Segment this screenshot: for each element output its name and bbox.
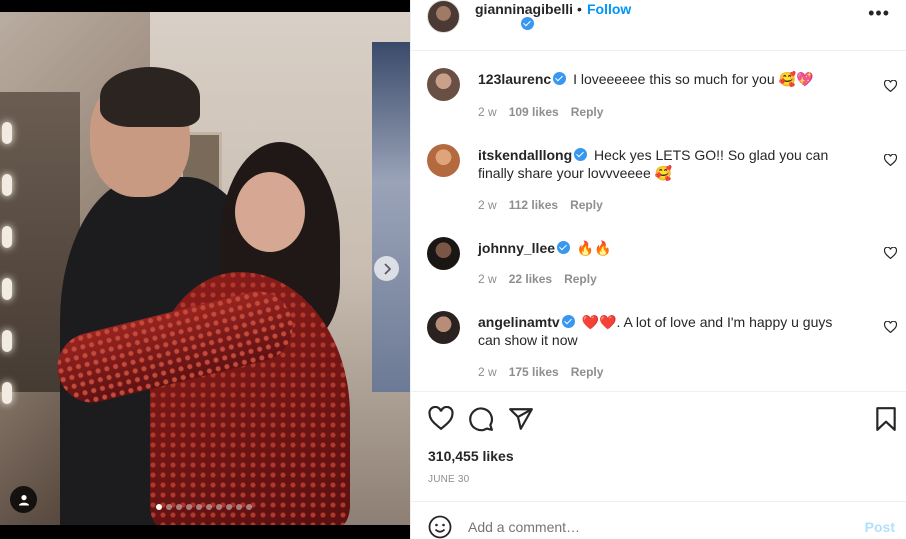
comment-meta: 2 w 112 likes Reply: [478, 198, 615, 212]
post-side-panel: gianninagibelli • Follow ••• 123laurenc …: [410, 0, 906, 539]
commenter-avatar[interactable]: [427, 68, 460, 101]
verified-badge-icon: [574, 148, 588, 161]
comment-text: johnny_llee 🔥🔥: [478, 239, 858, 257]
commenter-avatar[interactable]: [427, 144, 460, 177]
verified-badge-icon: [553, 72, 567, 85]
post-comment-button[interactable]: Post: [865, 519, 895, 535]
post-media: [0, 0, 410, 539]
comment-body: 🔥🔥: [576, 240, 612, 256]
commenter-avatar[interactable]: [427, 311, 460, 344]
like-comment-heart-icon[interactable]: [884, 80, 897, 92]
commenter-username[interactable]: johnny_llee: [478, 240, 555, 256]
reply-button[interactable]: Reply: [571, 365, 604, 379]
comment-time[interactable]: 2 w: [478, 272, 497, 286]
like-comment-heart-icon[interactable]: [884, 247, 897, 259]
commenter-username[interactable]: 123laurenc: [478, 71, 551, 87]
like-comment-heart-icon[interactable]: [884, 321, 897, 333]
comment-likes[interactable]: 175 likes: [509, 365, 559, 379]
post-photo[interactable]: [0, 12, 410, 525]
commenter-username[interactable]: angelinamtv: [478, 314, 560, 330]
follow-button[interactable]: Follow: [587, 1, 631, 17]
verified-badge-icon: [521, 17, 534, 30]
author-username[interactable]: gianninagibelli: [475, 1, 573, 17]
post-date[interactable]: JUNE 30: [428, 474, 469, 485]
save-bookmark-icon[interactable]: [873, 406, 899, 432]
commenter-username[interactable]: itskendalllong: [478, 147, 572, 163]
comment-likes[interactable]: 22 likes: [509, 272, 552, 286]
post-header: gianninagibelli • Follow •••: [411, 0, 906, 51]
comment-likes[interactable]: 109 likes: [509, 105, 559, 119]
carousel-next-button[interactable]: [374, 256, 399, 281]
comment-meta: 2 w 22 likes Reply: [478, 272, 609, 286]
post-actions: 310,455 likes JUNE 30: [411, 391, 906, 501]
post-likes-count[interactable]: 310,455 likes: [428, 448, 514, 464]
like-comment-heart-icon[interactable]: [884, 154, 897, 166]
author-avatar[interactable]: [427, 0, 460, 33]
reply-button[interactable]: Reply: [571, 105, 604, 119]
verified-badge-icon: [557, 241, 571, 254]
share-paper-plane-icon[interactable]: [508, 406, 534, 432]
comment-time[interactable]: 2 w: [478, 365, 497, 379]
like-heart-icon[interactable]: [428, 406, 454, 432]
commenter-avatar[interactable]: [427, 237, 460, 270]
comment-meta: 2 w 175 likes Reply: [478, 365, 615, 379]
comment-text: angelinamtv ❤️❤️. A lot of love and I'm …: [478, 313, 858, 349]
emoji-icon[interactable]: [428, 515, 452, 539]
comment-meta: 2 w 109 likes Reply: [478, 105, 615, 119]
comment-composer: Post: [411, 501, 906, 539]
comment-body: I loveeeeee this so much for you 🥰💖: [573, 71, 814, 87]
verified-badge-icon: [561, 315, 575, 328]
comment-text: itskendalllong Heck yes LETS GO!! So gla…: [478, 146, 858, 182]
chevron-right-icon: [383, 262, 391, 275]
header-separator: •: [577, 1, 582, 17]
tagged-users-button[interactable]: [10, 486, 37, 513]
reply-button[interactable]: Reply: [570, 198, 603, 212]
comment-likes[interactable]: 112 likes: [509, 198, 558, 212]
comment-text: 123laurenc I loveeeeee this so much for …: [478, 70, 858, 88]
comment-bubble-icon[interactable]: [468, 406, 494, 432]
user-icon: [18, 494, 29, 505]
more-options-icon[interactable]: •••: [868, 4, 890, 22]
carousel-indicator: [156, 504, 252, 510]
comment-time[interactable]: 2 w: [478, 105, 497, 119]
reply-button[interactable]: Reply: [564, 272, 597, 286]
comment-time[interactable]: 2 w: [478, 198, 497, 212]
comment-input[interactable]: [468, 519, 848, 535]
